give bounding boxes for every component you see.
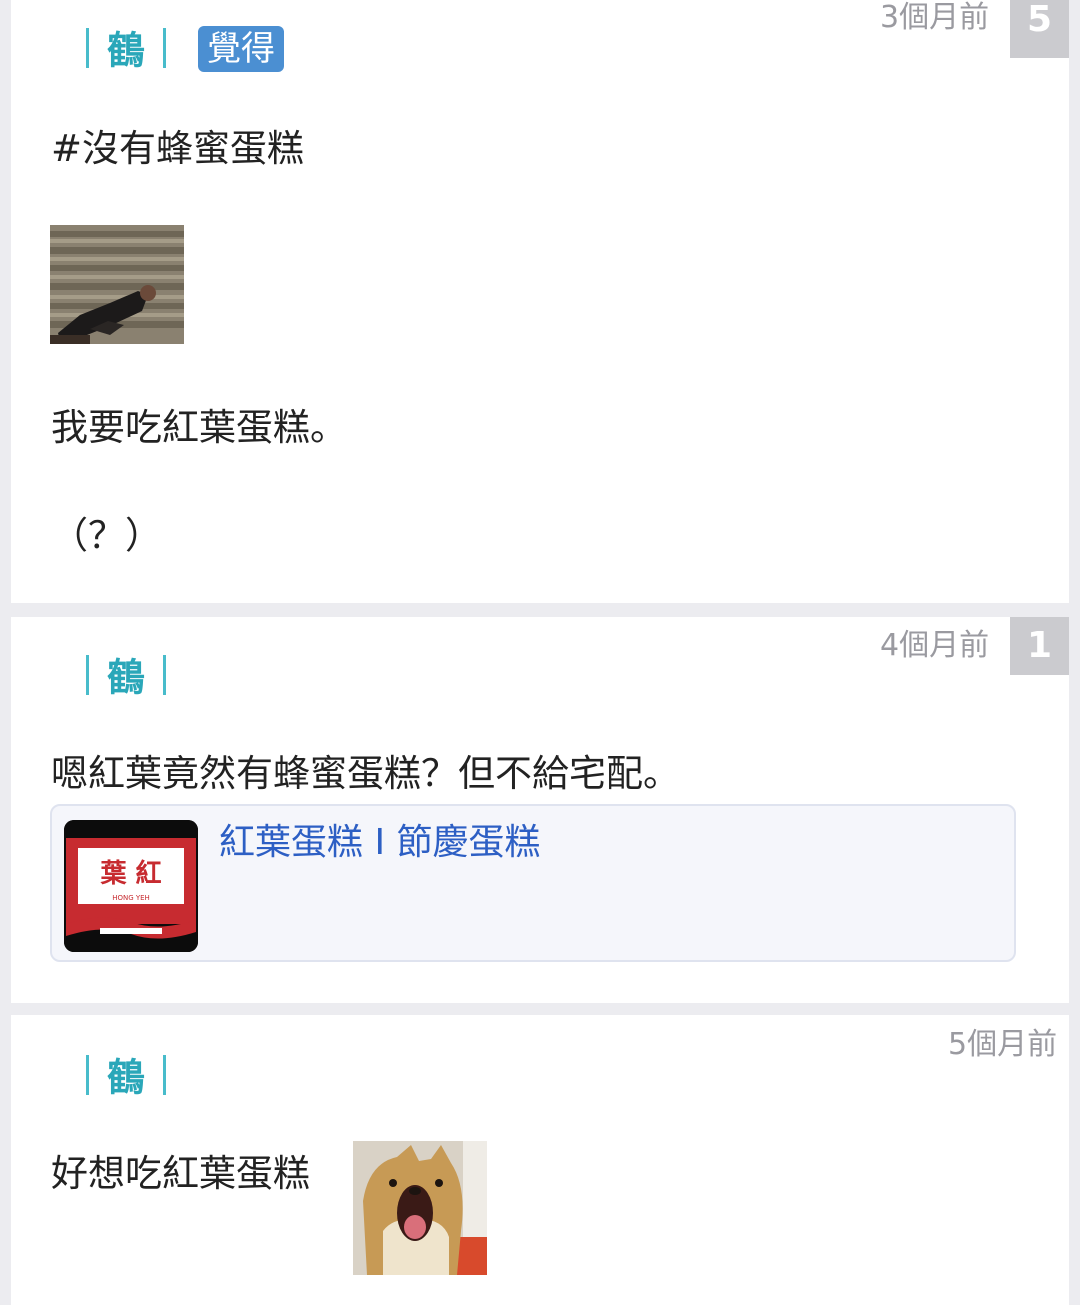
author-bar-left — [86, 1054, 89, 1095]
opinion-tag[interactable]: 覺得 — [198, 26, 284, 72]
link-preview-title[interactable]: 紅葉蛋糕 I 節慶蛋糕 — [219, 820, 541, 866]
vote-count[interactable]: 1 — [1010, 617, 1069, 675]
comment-card: 鶴 4個月前 1 嗯紅葉竟然有蜂蜜蛋糕？但不給宅配。 葉 紅 HONG YEH … — [11, 617, 1069, 1003]
comment-timestamp: 4個月前 — [880, 628, 990, 663]
comment-image-person-lying[interactable] — [50, 225, 184, 344]
logo-latin-text: HONG YEH — [112, 894, 150, 902]
logo-chinese-text: 葉 紅 — [99, 859, 161, 889]
author-bar-left — [86, 27, 89, 68]
comment-card: 鶴 覺得 3個月前 5 #沒有蜂蜜蛋糕 我要吃紅葉蛋糕。 （？） — [11, 0, 1069, 603]
author-name[interactable]: 鶴 — [68, 650, 184, 703]
comment-timestamp: 5個月前 — [948, 1027, 1058, 1062]
comment-text-line: 我要吃紅葉蛋糕。 — [51, 406, 347, 449]
link-preview-card[interactable]: 葉 紅 HONG YEH 紅葉蛋糕 I 節慶蛋糕 — [50, 804, 1016, 962]
author-name[interactable]: 鶴 — [68, 23, 184, 76]
author-bar-right — [163, 27, 167, 68]
comment-text-line: #沒有蜂蜜蛋糕 — [51, 127, 305, 170]
comment-image-shouting-dog[interactable] — [353, 1141, 487, 1275]
comment-text-line: 嗯紅葉竟然有蜂蜜蛋糕？但不給宅配。 — [51, 752, 680, 795]
comment-timestamp: 3個月前 — [880, 0, 990, 35]
comment-text-line: 好想吃紅葉蛋糕 — [51, 1152, 310, 1195]
author-bar-right — [163, 1054, 167, 1095]
comment-card: 鶴 5個月前 好想吃紅葉蛋糕 — [11, 1015, 1069, 1305]
author-name[interactable]: 鶴 — [68, 1050, 184, 1103]
author-bar-right — [163, 654, 167, 695]
author-bar-left — [86, 654, 89, 695]
vote-count[interactable]: 5 — [1010, 0, 1069, 58]
comment-text-line: （？） — [51, 514, 162, 557]
link-preview-logo: 葉 紅 HONG YEH — [64, 820, 198, 952]
